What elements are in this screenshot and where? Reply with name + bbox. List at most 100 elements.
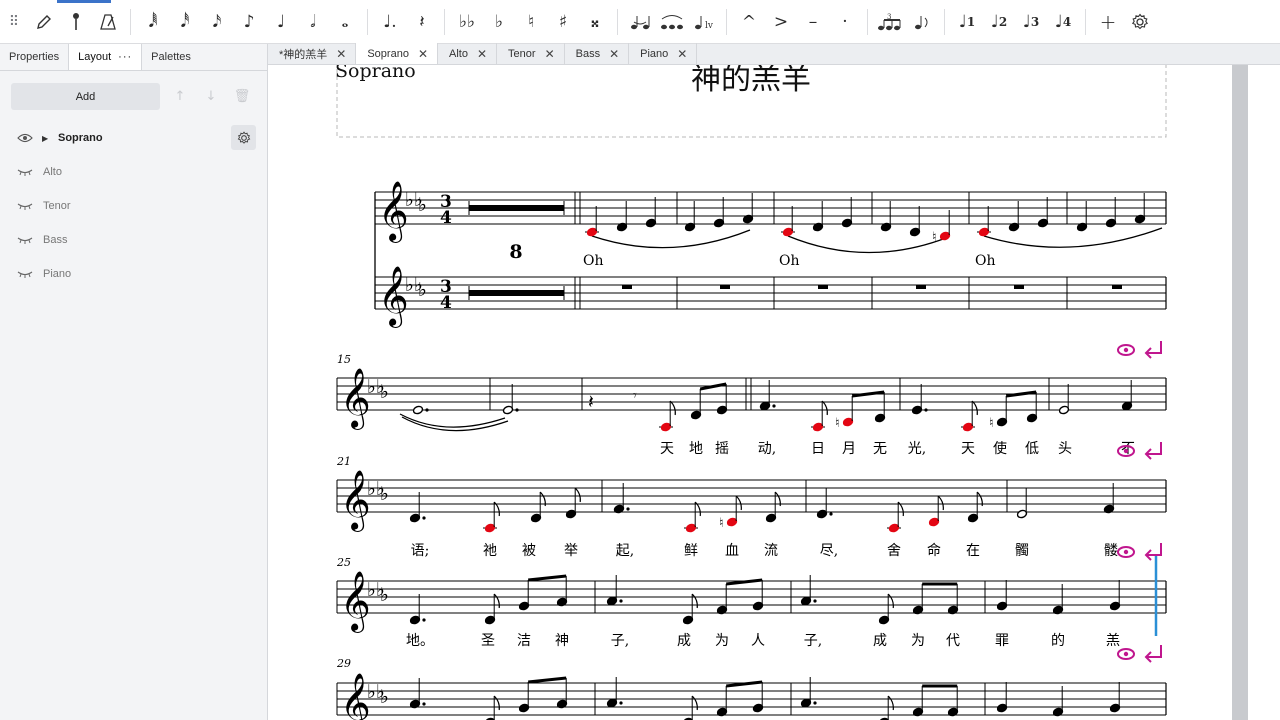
whole-rest[interactable] <box>916 285 926 289</box>
lyric[interactable]: 月 <box>842 441 856 457</box>
lyric[interactable]: 成 <box>677 633 691 649</box>
tie[interactable] <box>399 413 506 428</box>
multimeasure-rest[interactable] <box>469 290 564 296</box>
lyric[interactable]: 流 <box>764 543 778 559</box>
double-sharp-icon[interactable]: 𝄪 <box>580 7 610 37</box>
flip-direction-icon[interactable] <box>907 7 937 37</box>
note-32nd-icon[interactable]: 𝅘𝅥𝅰 <box>170 7 200 37</box>
lyric[interactable]: Oh <box>975 253 996 269</box>
slur[interactable] <box>591 229 751 249</box>
lyric[interactable]: 子, <box>804 633 822 649</box>
tab-bass[interactable]: Bass ✕ <box>565 43 630 64</box>
laissez-vibrer-icon[interactable]: lv <box>689 7 719 37</box>
note-8th-icon[interactable]: ♪ <box>234 7 264 37</box>
lyric[interactable]: 祂 <box>483 543 497 559</box>
lyric[interactable]: 为 <box>715 633 729 649</box>
lyric[interactable]: 圣 <box>481 633 495 649</box>
lyric[interactable]: 头 <box>1058 441 1072 457</box>
tab-layout[interactable]: Layout ··· <box>68 44 143 70</box>
tie-icon[interactable] <box>625 7 655 37</box>
instrument-row-tenor[interactable]: Tenor <box>0 189 268 223</box>
note-whole-icon[interactable]: 𝅝 <box>330 7 360 37</box>
lyric[interactable]: 髅 <box>1104 543 1118 559</box>
system-break-icon[interactable] <box>1144 442 1162 460</box>
voice-2-icon[interactable]: ♩ 2 <box>984 7 1014 37</box>
lyric[interactable]: 日 <box>811 441 825 457</box>
instrument-row-alto[interactable]: Alto <box>0 155 268 189</box>
lyric[interactable]: 尽, <box>820 543 838 559</box>
note-quarter-icon[interactable]: ♩ <box>266 7 296 37</box>
move-down-icon[interactable]: ↓ <box>200 86 222 108</box>
lyric[interactable]: 人 <box>751 633 765 649</box>
metronome-icon[interactable] <box>93 7 123 37</box>
lyric[interactable]: 天 <box>660 441 674 457</box>
tab-soprano[interactable]: Soprano ✕ <box>356 43 438 64</box>
tab-score[interactable]: *神的羔羊 ✕ <box>268 43 357 64</box>
lyric[interactable]: 摇 <box>715 441 729 457</box>
accent-icon[interactable]: > <box>766 7 796 37</box>
lyric[interactable]: 髑 <box>1015 543 1029 559</box>
sharp-pin-icon[interactable] <box>61 7 91 37</box>
lyric[interactable]: 无 <box>873 441 887 457</box>
lyric[interactable]: 为 <box>911 633 925 649</box>
add-icon[interactable]: + <box>1093 7 1123 37</box>
tab-piano[interactable]: Piano ✕ <box>629 43 698 64</box>
system-break-icon[interactable] <box>1144 645 1162 663</box>
sharp-icon[interactable]: ♯ <box>548 7 578 37</box>
lyric[interactable]: 代 <box>946 633 960 649</box>
lyric[interactable]: 动, <box>758 441 776 457</box>
double-flat-icon[interactable]: ♭♭ <box>452 7 482 37</box>
toolbar-drag-handle[interactable]: ⠿ <box>0 14 28 30</box>
tuplet-icon[interactable]: 3 <box>875 7 905 37</box>
lyric[interactable]: 天 <box>961 441 975 457</box>
score-title[interactable]: 神的羔羊 <box>691 65 811 97</box>
eighth-rest[interactable]: 𝄾 <box>633 388 637 404</box>
settings-gear-icon[interactable] <box>1125 7 1155 37</box>
marcato-icon[interactable]: ^ <box>734 7 764 37</box>
close-icon[interactable]: ✕ <box>477 47 487 61</box>
tenuto-icon[interactable]: – <box>798 7 828 37</box>
pencil-icon[interactable] <box>29 7 59 37</box>
expand-arrow-icon[interactable]: ▶ <box>42 134 58 143</box>
score-svg[interactable]: Soprano 神的羔羊 𝄞 𝄞 ♭♭ ♭ ♭♭ ♭ 3 4 3 4 8 Oh <box>268 65 1280 720</box>
tie[interactable] <box>401 416 509 432</box>
multimeasure-rest[interactable] <box>469 205 564 211</box>
close-icon[interactable]: ✕ <box>418 47 428 61</box>
lyric[interactable]: 低 <box>1025 441 1039 457</box>
note-64th-icon[interactable]: 𝅘𝅥𝅱 <box>138 7 168 37</box>
instrument-row-soprano[interactable]: ▶ Soprano <box>0 121 268 155</box>
slur-icon[interactable] <box>657 7 687 37</box>
quarter-rest[interactable]: 𝄽 <box>588 391 594 413</box>
lyric[interactable]: 神 <box>555 633 569 649</box>
vertical-scrollbar[interactable] <box>1232 65 1248 720</box>
close-icon[interactable]: ✕ <box>545 47 555 61</box>
voice-1-icon[interactable]: ♩ 1 <box>952 7 982 37</box>
tab-properties[interactable]: Properties <box>0 44 68 70</box>
lyric[interactable]: 罪 <box>995 633 1009 649</box>
lyric[interactable]: 在 <box>966 543 980 559</box>
more-options-icon[interactable]: ··· <box>118 51 132 63</box>
lyric[interactable]: 洁 <box>517 633 531 649</box>
note-half-icon[interactable]: 𝅗𝅥 <box>298 7 328 37</box>
part-name[interactable]: Soprano <box>335 65 416 82</box>
slur[interactable] <box>983 227 1163 248</box>
lyric[interactable]: Oh <box>583 253 604 269</box>
lyric[interactable]: 成 <box>873 633 887 649</box>
voice-4-icon[interactable]: ♩ 4 <box>1048 7 1078 37</box>
instrument-settings-gear-icon[interactable] <box>231 125 256 150</box>
lyric[interactable]: 使 <box>993 440 1007 457</box>
lyric[interactable]: Oh <box>779 253 800 269</box>
lyric[interactable]: 子, <box>611 633 629 649</box>
add-button[interactable]: Add <box>11 83 160 110</box>
tab-alto[interactable]: Alto ✕ <box>438 43 498 64</box>
lyric[interactable]: 起, <box>616 543 634 559</box>
flat-icon[interactable]: ♭ <box>484 7 514 37</box>
tab-palettes[interactable]: Palettes <box>142 44 200 70</box>
lyric[interactable]: 羔 <box>1106 633 1120 649</box>
instrument-row-bass[interactable]: Bass <box>0 223 268 257</box>
system-break-icon[interactable] <box>1144 543 1162 561</box>
tab-tenor[interactable]: Tenor ✕ <box>497 43 565 64</box>
instrument-row-piano[interactable]: Piano <box>0 257 268 291</box>
lyric[interactable]: 舍 <box>887 543 901 559</box>
close-icon[interactable]: ✕ <box>677 47 687 61</box>
